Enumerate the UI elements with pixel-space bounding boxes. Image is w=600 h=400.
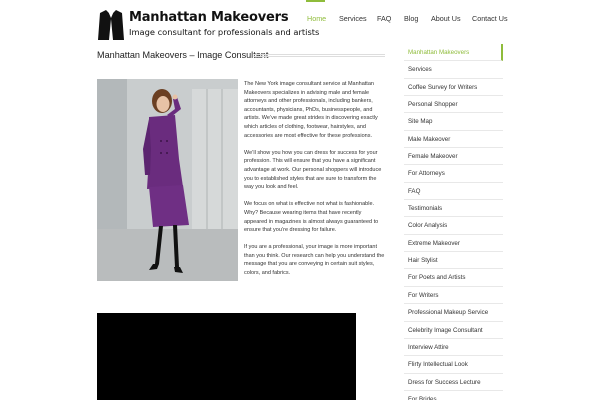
nav-contact-us[interactable]: Contact Us <box>472 14 508 23</box>
nav-faq[interactable]: FAQ <box>377 14 391 23</box>
content-paragraph: We’ll show you how you can dress for suc… <box>244 149 382 191</box>
sidebar-item-services[interactable]: Services <box>404 61 503 79</box>
sidebar-item-faq[interactable]: FAQ <box>404 183 503 201</box>
sidebar-item-color-analysis[interactable]: Color Analysis <box>404 217 503 235</box>
sidebar-item-interview-attire[interactable]: Interview Attire <box>404 339 503 357</box>
sidebar-item-for-writers[interactable]: For Writers <box>404 287 503 305</box>
nav-home[interactable]: Home <box>307 14 326 23</box>
sidebar-item-male-makeover[interactable]: Male Makeover <box>404 131 503 149</box>
video-player[interactable] <box>97 313 356 400</box>
page-title: Manhattan Makeovers – Image Consultant <box>97 50 269 60</box>
content-paragraph: If you are a professional, your image is… <box>244 244 385 277</box>
sidebar-item-for-brides[interactable]: For Brides <box>404 391 503 400</box>
nav-blog[interactable]: Blog <box>404 14 418 23</box>
sidebar-menu: Manhattan Makeovers Services Coffee Surv… <box>404 44 503 400</box>
sidebar-item-flirty-intellectual[interactable]: Flirty Intellectual Look <box>404 356 503 374</box>
sidebar-item-makeup-service[interactable]: Professional Makeup Service <box>404 304 503 322</box>
nav-active-indicator <box>306 0 325 2</box>
sidebar-item-celebrity-consultant[interactable]: Celebrity Image Consultant <box>404 322 503 339</box>
sidebar-item-poets-artists[interactable]: For Poets and Artists <box>404 269 503 287</box>
top-nav: Home Services FAQ Blog About Us Contact … <box>0 0 600 40</box>
sidebar-item-personal-shopper[interactable]: Personal Shopper <box>404 96 503 114</box>
sidebar-item-success-lecture[interactable]: Dress for Success Lecture <box>404 374 503 391</box>
nav-services[interactable]: Services <box>339 14 367 23</box>
sidebar-item-testimonials[interactable]: Testimonials <box>404 200 503 218</box>
sidebar-item-coffee-survey[interactable]: Coffee Survey for Writers <box>404 79 503 97</box>
sidebar-item-site-map[interactable]: Site Map <box>404 113 503 131</box>
sidebar-item-for-attorneys[interactable]: For Attorneys <box>404 165 503 183</box>
sidebar-item-female-makeover[interactable]: Female Makeover <box>404 148 503 166</box>
sidebar-item-hair-stylist[interactable]: Hair Stylist <box>404 252 503 270</box>
sidebar-item-manhattan-makeovers[interactable]: Manhattan Makeovers <box>404 44 503 62</box>
consultant-photo <box>97 79 238 281</box>
intro-content: The New York image consultant service at… <box>244 80 386 286</box>
content-paragraph: The New York image consultant service at… <box>244 81 378 139</box>
sidebar-item-extreme-makeover[interactable]: Extreme Makeover <box>404 235 503 253</box>
nav-about-us[interactable]: About Us <box>431 14 461 23</box>
title-divider <box>254 54 385 57</box>
content-paragraph: We focus on what is effective not what i… <box>244 201 379 234</box>
